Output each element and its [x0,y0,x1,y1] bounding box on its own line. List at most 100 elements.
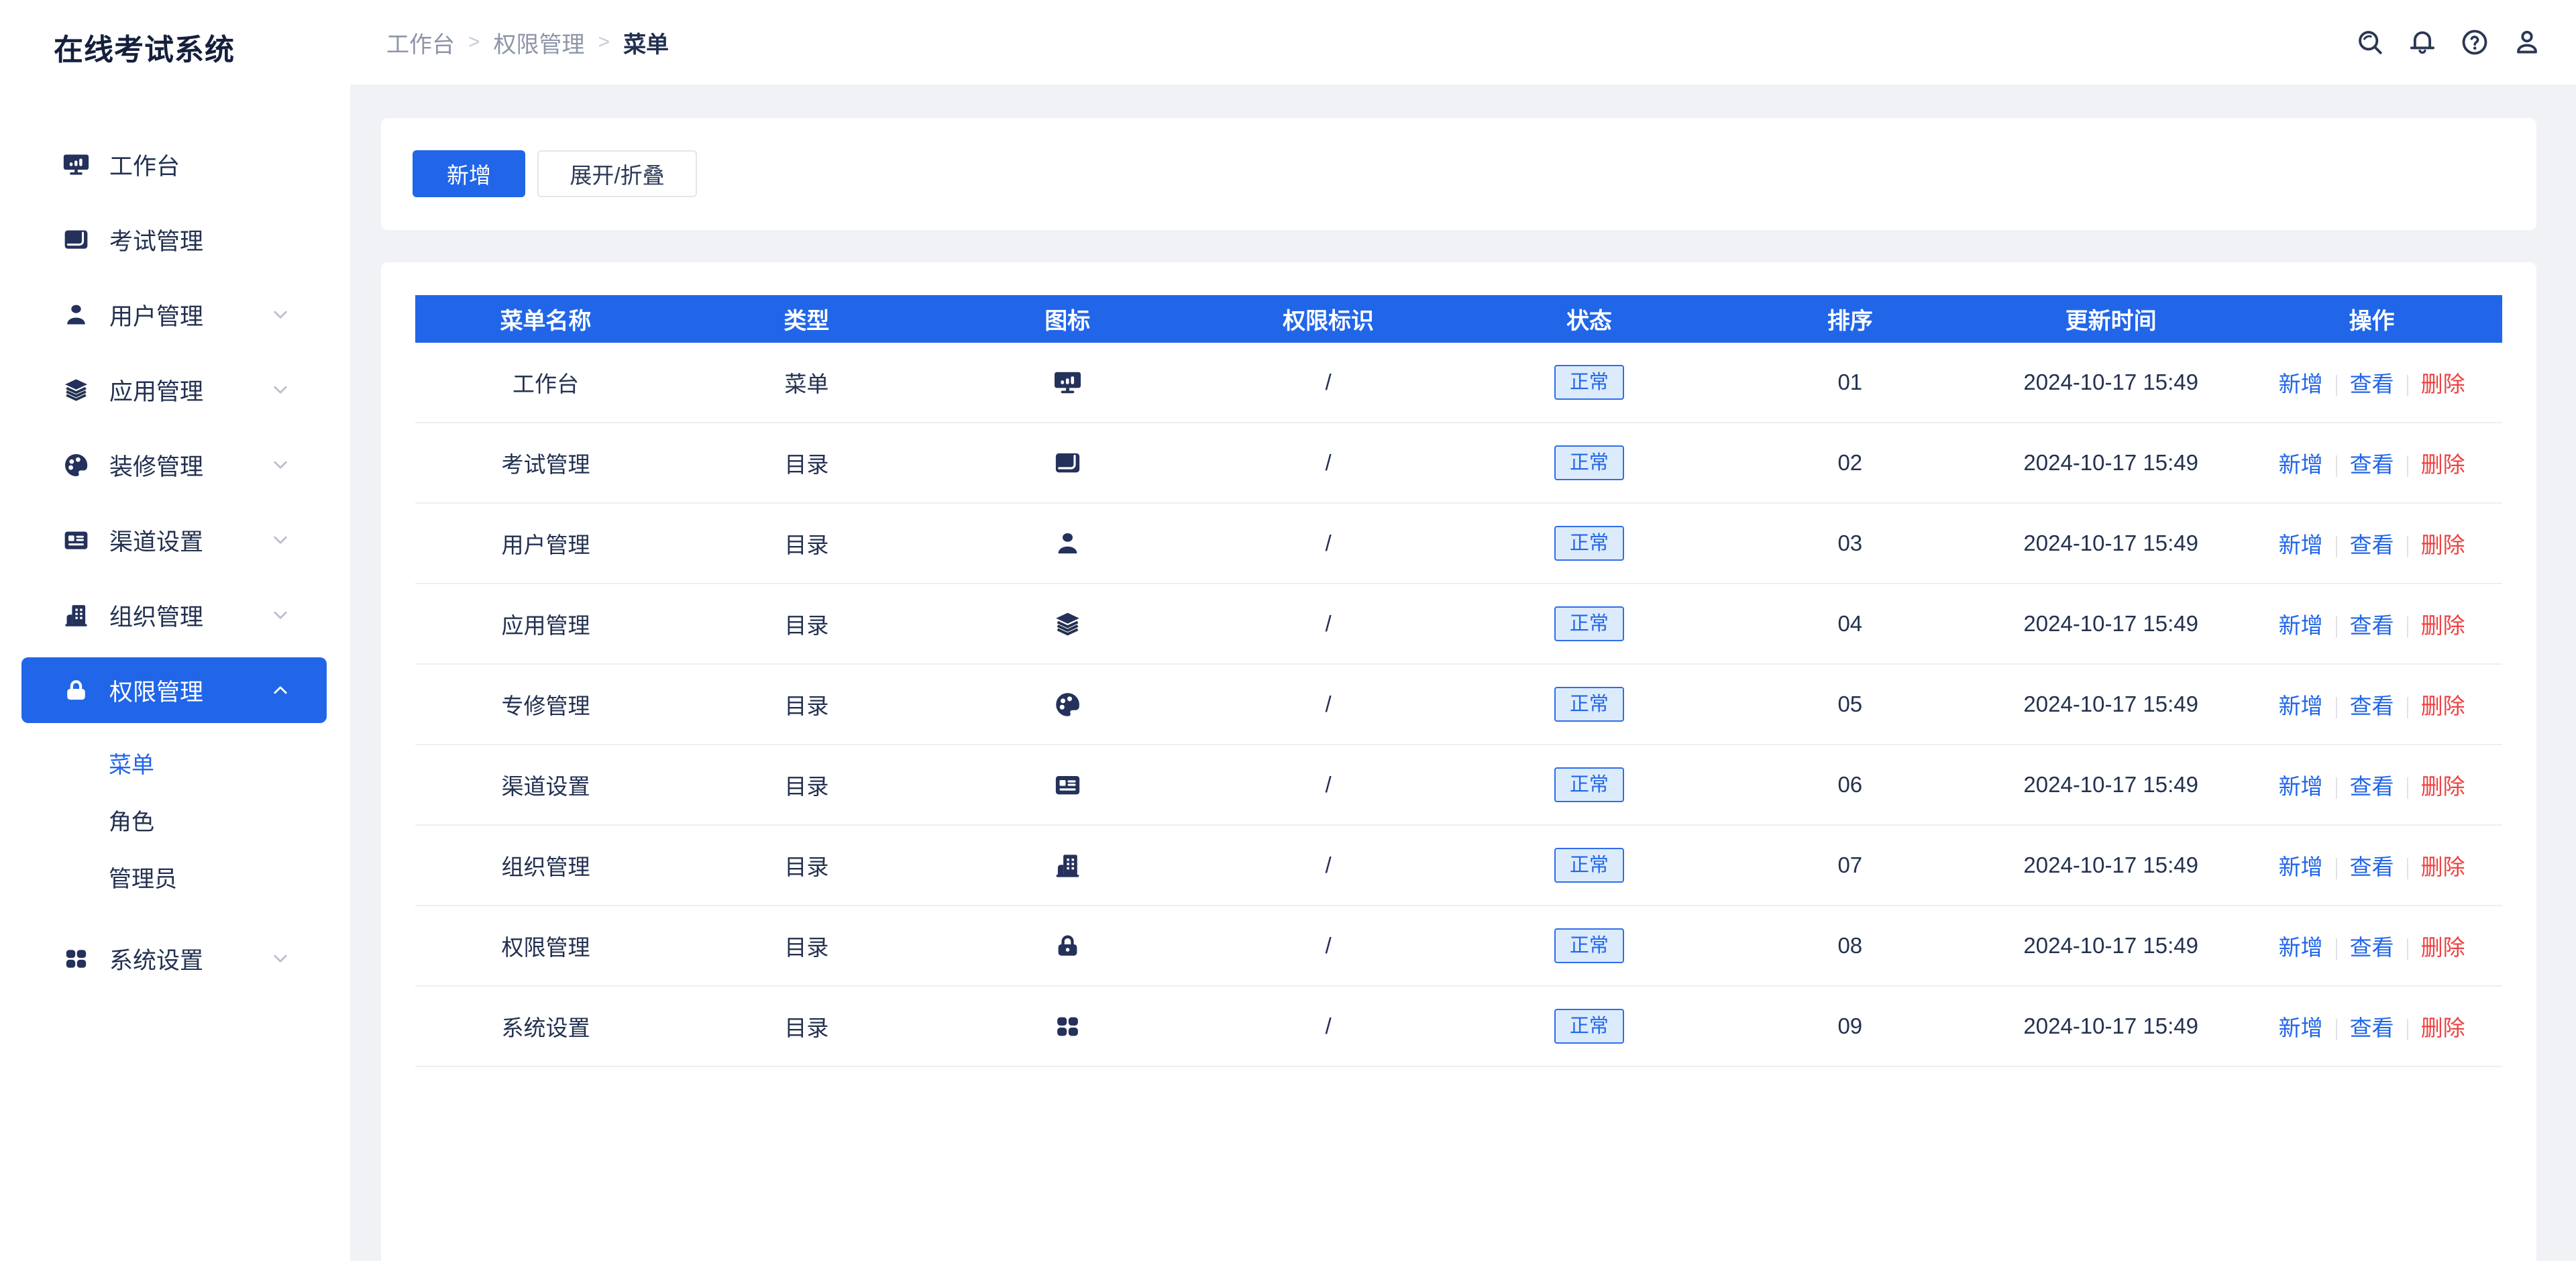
sidebar-item-lock[interactable]: 权限管理 [21,657,327,723]
sidebar-item-label: 系统设置 [109,942,203,976]
main-area: 工作台>权限管理>菜单 新增 展开/折叠 菜单名称类型图标权限标识状态排序更新时… [350,0,2576,1261]
row-action-add[interactable]: 新增 [2279,613,2323,638]
user-button[interactable] [2512,27,2542,58]
cell-updated: 2024-10-17 15:49 [1980,584,2241,664]
row-action-add[interactable]: 新增 [2279,935,2323,960]
cell-icon [937,745,1198,825]
breadcrumb-item[interactable]: 工作台 [386,26,455,59]
row-action-view[interactable]: 查看 [2350,1016,2394,1040]
chevron-down-icon [269,303,292,326]
row-action-add[interactable]: 新增 [2279,774,2323,799]
card-icon [62,526,91,555]
table-row: 用户管理 目录 / 正常 03 2024-10-17 15:49 新增查看删除 [415,503,2502,584]
cell-order: 03 [1719,503,1980,584]
cell-icon [937,584,1198,664]
cell-menu-name: 权限管理 [415,906,676,986]
row-action-delete[interactable]: 删除 [2421,694,2465,718]
lock-icon [62,676,91,705]
row-action-delete[interactable]: 删除 [2421,372,2465,396]
sidebar-subitem[interactable]: 管理员 [0,851,350,908]
row-action-add[interactable]: 新增 [2279,452,2323,477]
workbench-icon [62,150,91,179]
menu-table: 菜单名称类型图标权限标识状态排序更新时间操作 工作台 菜单 / 正常 01 20… [415,295,2502,1067]
app-title: 在线考试系统 [54,25,350,68]
sidebar-nav: 工作台 考试管理 用户管理 应用管理 装修管理 渠道设置 组织管理 权限管理 菜… [0,131,350,991]
sidebar-item-card[interactable]: 渠道设置 [21,507,327,573]
add-button[interactable]: 新增 [413,150,525,197]
cell-order: 05 [1719,664,1980,745]
table-card: 菜单名称类型图标权限标识状态排序更新时间操作 工作台 菜单 / 正常 01 20… [381,262,2536,1261]
search-button[interactable] [2355,27,2385,58]
row-action-view[interactable]: 查看 [2350,533,2394,557]
sidebar-item-label: 考试管理 [109,223,203,257]
row-action-view[interactable]: 查看 [2350,694,2394,718]
cell-updated: 2024-10-17 15:49 [1980,825,2241,906]
cell-type: 目录 [676,986,937,1066]
cell-permission: / [1198,825,1459,906]
cell-type: 目录 [676,745,937,825]
row-action-delete[interactable]: 删除 [2421,613,2465,638]
row-action-delete[interactable]: 删除 [2421,452,2465,477]
row-action-delete[interactable]: 删除 [2421,1016,2465,1040]
column-header: 权限标识 [1198,295,1459,343]
help-button[interactable] [2459,27,2490,58]
cell-type: 目录 [676,423,937,503]
expand-collapse-button[interactable]: 展开/折叠 [537,150,697,197]
cell-type: 目录 [676,906,937,986]
sidebar-item-label: 权限管理 [109,673,203,708]
row-action-delete[interactable]: 删除 [2421,533,2465,557]
row-action-view[interactable]: 查看 [2350,855,2394,879]
action-divider [2407,616,2408,638]
cell-actions: 新增 查看 删除 [2241,664,2502,745]
sidebar-item-palette[interactable]: 装修管理 [21,432,327,498]
bell-button[interactable] [2407,27,2438,58]
content: 新增 展开/折叠 菜单名称类型图标权限标识状态排序更新时间操作 工作台 菜单 /… [350,85,2576,1261]
topbar: 工作台>权限管理>菜单 [350,0,2576,85]
row-action-add[interactable]: 新增 [2279,1016,2323,1040]
cell-type: 目录 [676,825,937,906]
table-row: 考试管理 目录 / 正常 02 2024-10-17 15:49 新增查看删除 [415,423,2502,503]
sidebar-item-book[interactable]: 考试管理 [21,207,327,272]
cell-menu-name: 渠道设置 [415,745,676,825]
search-icon [2355,27,2385,58]
action-divider [2407,375,2408,396]
row-action-add[interactable]: 新增 [2279,855,2323,879]
action-divider [2407,536,2408,557]
table-row: 专修管理 目录 / 正常 05 2024-10-17 15:49 新增查看删除 [415,664,2502,745]
row-action-view[interactable]: 查看 [2350,935,2394,960]
row-action-view[interactable]: 查看 [2350,774,2394,799]
user-icon [2512,27,2542,58]
row-action-delete[interactable]: 删除 [2421,774,2465,799]
row-action-delete[interactable]: 删除 [2421,855,2465,879]
cell-menu-name: 工作台 [415,343,676,423]
cell-updated: 2024-10-17 15:49 [1980,906,2241,986]
row-action-view[interactable]: 查看 [2350,372,2394,396]
cell-order: 02 [1719,423,1980,503]
sidebar-subitem[interactable]: 角色 [0,794,350,851]
sidebar-subitem[interactable]: 菜单 [0,737,350,794]
cell-menu-name: 专修管理 [415,664,676,745]
cell-status: 正常 [1459,343,1720,423]
cell-menu-name: 应用管理 [415,584,676,664]
action-divider [2336,777,2337,799]
status-badge: 正常 [1554,848,1624,883]
cell-status: 正常 [1459,664,1720,745]
cell-order: 06 [1719,745,1980,825]
row-action-view[interactable]: 查看 [2350,613,2394,638]
row-action-add[interactable]: 新增 [2279,372,2323,396]
sidebar-item-building[interactable]: 组织管理 [21,582,327,648]
row-action-view[interactable]: 查看 [2350,452,2394,477]
breadcrumb-item[interactable]: 权限管理 [494,26,585,59]
column-header: 操作 [2241,295,2502,343]
toolbar-card: 新增 展开/折叠 [381,118,2536,230]
sidebar-item-layers[interactable]: 应用管理 [21,357,327,423]
cell-order: 09 [1719,986,1980,1066]
sidebar-item-grid[interactable]: 系统设置 [21,926,327,991]
row-action-delete[interactable]: 删除 [2421,935,2465,960]
cell-actions: 新增 查看 删除 [2241,503,2502,584]
action-divider [2336,697,2337,718]
row-action-add[interactable]: 新增 [2279,533,2323,557]
row-action-add[interactable]: 新增 [2279,694,2323,718]
sidebar-item-person[interactable]: 用户管理 [21,282,327,347]
sidebar-item-workbench[interactable]: 工作台 [21,131,327,197]
